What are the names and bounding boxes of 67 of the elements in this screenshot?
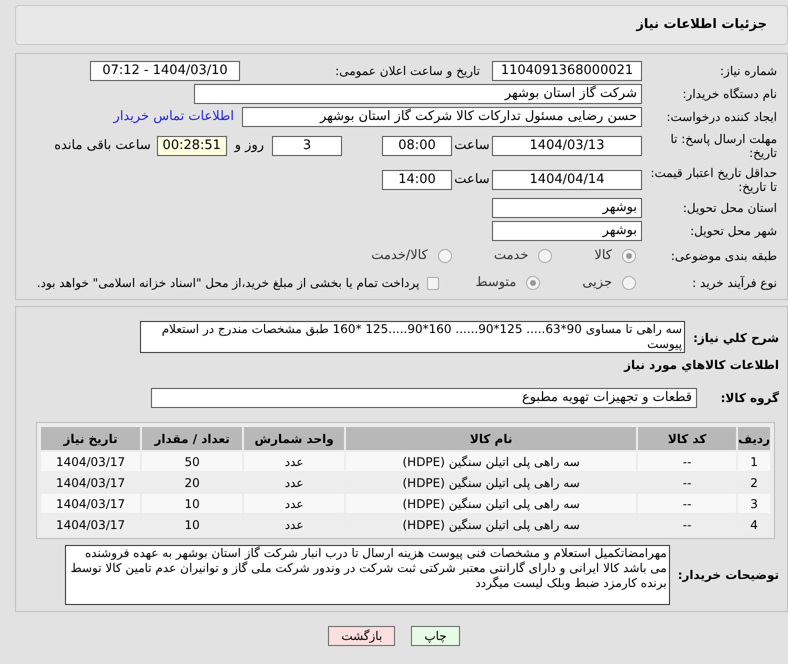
section-heading: اطلاعات کالاهاي مورد نياز [622,357,779,374]
radio-label: جزیی [582,274,612,292]
field-label: استان محل تحویل: [682,201,777,215]
text-field[interactable]: شرکت گاز استان بوشهر [194,84,642,104]
text-field[interactable]: 3 [272,136,342,156]
text-field[interactable]: قطعات و تجهیزات تهویه مطبوع [151,388,697,408]
print-button[interactable]: چاپ [411,626,460,646]
text-field[interactable]: بوشهر [492,221,642,241]
text-field[interactable]: 1404/04/14 [492,170,642,190]
text-area[interactable]: سه راهی تا مساوی 90*63..... 125*90...... 160*90.....125 *160 طبق مشخصات مندرج در استعلام پیوست [140,321,686,353]
text-field[interactable]: 1404/03/10 - 07:12 [90,61,240,81]
radio-label: متوسط [475,274,516,292]
table-cell: 1 [738,452,770,471]
radio-button[interactable] [622,276,636,290]
radio-button[interactable] [438,249,452,263]
checkbox-label: پرداخت تمام یا بخشی از مبلغ خرید،از محل "اسناد خزانه اسلامی" خواهد بود. [36,275,420,292]
text-field[interactable]: 1404/03/13 [492,136,642,156]
text-field[interactable]: بوشهر [492,198,642,218]
text-field[interactable]: 1104091368000021 [492,61,642,81]
column-header: ردیف [738,427,770,450]
back-button[interactable]: بازگشت [328,626,396,646]
column-header: کد کالا [638,427,736,450]
table-cell: 10 [142,494,242,513]
radio-label: کالا/خدمت [371,247,428,266]
radio-label: خدمت [494,247,528,266]
radio-button[interactable] [538,249,552,263]
field-label: نوع فرآیند خرید : [691,276,777,290]
text-field[interactable]: حسن رضایی مسئول تدارکات کالا شرکت گاز استان بوشهر [242,107,642,127]
remaining-label: ساعت باقی مانده [54,137,152,156]
table-cell: -- [638,494,736,513]
radio-button[interactable] [622,249,636,263]
field-label: شرح کلي نياز: [693,330,779,347]
field-label: تاریخ و ساعت اعلان عمومی: [334,64,480,78]
radio-label: کالا [594,247,612,266]
time-label: ساعت [453,137,491,156]
field-label: ایجاد کننده درخواست: [665,110,777,124]
table-cell: 1404/03/17 [41,494,140,513]
field-label: مهلت ارسال پاسخ: تا تاریخ: [669,132,777,160]
table-cell: 3 [738,494,770,513]
field-label: طبقه بندی موضوعی: [670,249,777,263]
text-field[interactable]: 00:28:51 [156,136,227,156]
column-header: نام کالا [346,427,636,450]
time-label: ساعت [453,171,491,190]
field-label: نام دستگاه خریدار: [682,87,777,101]
field-label: گروه کالا: [720,390,779,407]
radio-button[interactable] [526,276,540,290]
table-cell: عدد [244,494,344,513]
table-cell: عدد [244,452,344,471]
field-label: شهر محل تحویل: [689,224,777,238]
field-label: توضیحات خریدار: [678,567,779,584]
table-cell: 1404/03/17 [41,452,140,471]
text-field[interactable]: 08:00 [382,136,452,156]
column-header: تعداد / مقدار [142,427,242,450]
table-cell: سه راهی پلی اتیلن سنگین (HDPE) [346,452,636,471]
table-cell: سه راهی پلی اتیلن سنگین (HDPE) [346,494,636,513]
text-area[interactable]: مهرامضاتکمیل استعلام و مشخصات فنی پیوست هزینه ارسال تا درب انبار شرکت گاز استان بوشهر به عهده فروشنده می باشد کالا ایرانی و دارای گارانتی معتبر شرکتی ثبت شرکت در وندور شرکت ملی گاز و توانیران عدم تامین کالا توسط برنده کارمزد ضبط وبلک لیست میگردد [64,545,670,605]
column-header: تاریخ نیاز [41,427,140,450]
field-label: حداقل تاریخ اعتبار قیمت: تا تاریخ: [649,166,777,194]
page-title: جزئیات اطلاعات نیاز [636,16,767,34]
buyer-contact-link[interactable]: اطلاعات تماس خریدار [114,107,234,127]
text-field[interactable]: 14:00 [382,170,452,190]
column-header: واحد شمارش [244,427,344,450]
field-label: شماره نیاز: [719,64,777,78]
table-cell: -- [638,452,736,471]
checkbox[interactable] [427,276,440,290]
table-cell: 50 [142,452,242,471]
days-label: روز و [233,137,265,156]
